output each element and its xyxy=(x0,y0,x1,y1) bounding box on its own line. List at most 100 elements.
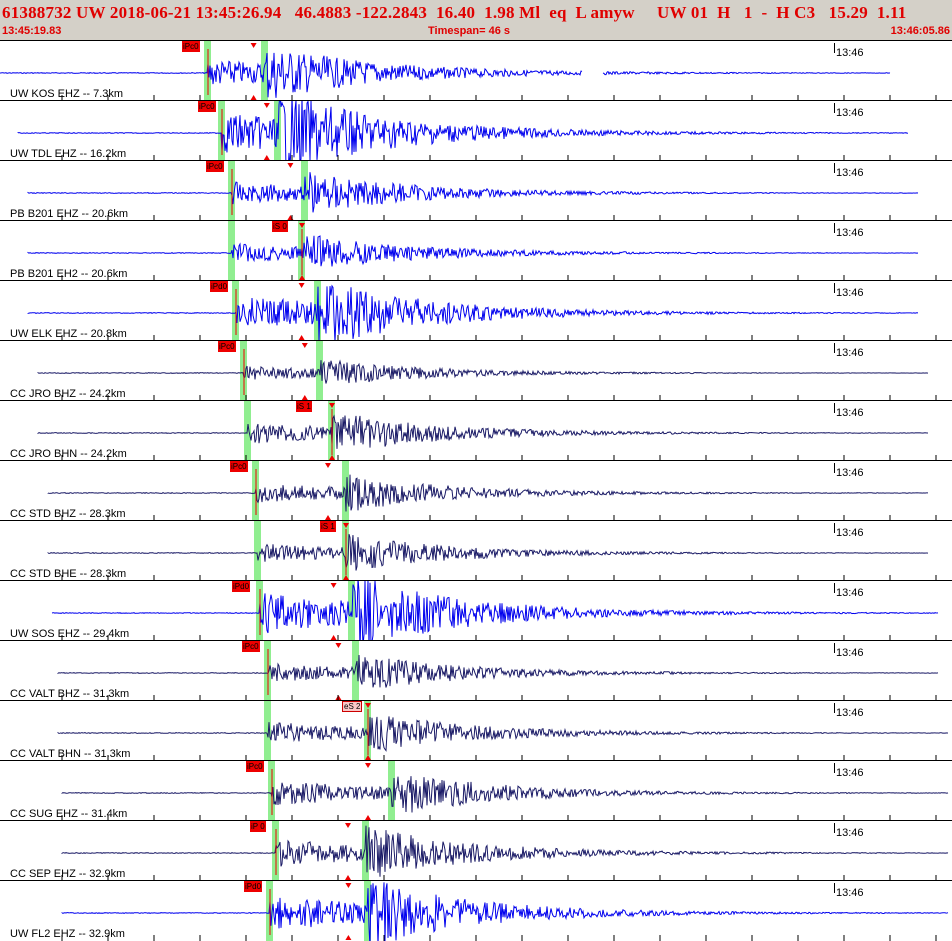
seismogram-panel[interactable]: iS 1 13:46 CC JRO BHN -- 24.2km xyxy=(0,400,952,461)
time-mark: 13:46 xyxy=(836,767,864,779)
time-mark: 13:46 xyxy=(836,347,864,359)
waveform-trace xyxy=(27,284,919,341)
seismogram-panel[interactable]: iS 0 13:46 PB B201 EH2 -- 20.6km xyxy=(0,220,952,281)
time-mark: 13:46 xyxy=(836,887,864,899)
pick-marker-icon[interactable] xyxy=(287,163,294,168)
pick-marker-icon[interactable] xyxy=(345,883,352,888)
start-time: 13:45:19.83 xyxy=(2,25,62,37)
seismogram-panel[interactable]: iPc0 13:46 CC STD BHZ -- 28.3km xyxy=(0,460,952,521)
pick-marker-icon[interactable] xyxy=(263,103,270,108)
pick-label[interactable]: iS 1 xyxy=(320,521,336,532)
station-label: CC SUG EHZ -- 31.4km xyxy=(10,808,128,820)
pick-label[interactable]: iPc0 xyxy=(246,761,264,772)
pick-label[interactable]: iPc0 xyxy=(242,641,260,652)
waveform-trace xyxy=(27,172,919,213)
waveform-plot xyxy=(57,701,948,761)
pick-marker-icon[interactable] xyxy=(250,43,257,48)
seismogram-panel[interactable]: eS 2 13:46 CC VALT BHN -- 31.3km xyxy=(0,700,952,761)
pick-label[interactable]: iP 0 xyxy=(250,821,266,832)
station-label: UW SOS EHZ -- 29.4km xyxy=(10,628,130,640)
pick-marker-icon[interactable] xyxy=(298,283,305,288)
pick-marker-icon[interactable] xyxy=(345,935,352,940)
waveform-trace xyxy=(47,474,928,512)
pick-marker-icon[interactable] xyxy=(301,343,308,348)
pick-label[interactable]: iPc0 xyxy=(230,461,248,472)
pick-label[interactable]: eS 2 xyxy=(342,701,363,712)
pick-marker-icon[interactable] xyxy=(330,583,337,588)
seismogram-panel[interactable]: iPd0 13:46 UW FL2 EHZ -- 32.9km xyxy=(0,880,952,941)
seismogram-panel[interactable]: iPc0 13:46 CC VALT BHZ -- 31.3km xyxy=(0,640,952,701)
waveform-trace xyxy=(17,101,909,161)
seismogram-panel[interactable]: iPc0 13:46 PB B201 EHZ -- 20.6km xyxy=(0,160,952,221)
time-mark: 13:46 xyxy=(836,287,864,299)
waveform-plot xyxy=(37,401,937,461)
time-mark-tick xyxy=(834,643,835,653)
end-time: 13:46:05.86 xyxy=(890,25,950,37)
seismogram-panel[interactable]: iP 0 13:46 CC SEP EHZ -- 32.9km xyxy=(0,820,952,881)
pick-marker-icon[interactable] xyxy=(345,823,351,828)
event-title: 61388732 UW 2018-06-21 13:45:26.94 46.48… xyxy=(2,3,907,22)
waveform-plot xyxy=(27,221,937,281)
p-window-band xyxy=(254,521,261,581)
time-mark: 13:46 xyxy=(836,47,864,59)
waveform-trace xyxy=(57,654,939,688)
seismogram-panel[interactable]: iPd0 13:46 UW ELK EHZ -- 20.8km xyxy=(0,280,952,341)
seismogram-panel[interactable]: iS 1 13:46 CC STD BHE -- 28.3km xyxy=(0,520,952,581)
time-mark-tick xyxy=(834,523,835,533)
waveform-trace xyxy=(27,235,919,267)
waveform-plot xyxy=(51,581,939,641)
timespan: Timespan= 46 s xyxy=(428,25,511,37)
time-mark-tick xyxy=(834,103,835,113)
pick-label[interactable]: iPd0 xyxy=(232,581,251,592)
waveform-plot xyxy=(61,881,949,941)
time-mark: 13:46 xyxy=(836,467,864,479)
time-mark-tick xyxy=(834,403,835,413)
time-mark-tick xyxy=(834,343,835,353)
station-label: UW KOS EHZ -- 7.3km xyxy=(10,88,124,100)
pick-label[interactable]: iPc0 xyxy=(206,161,224,172)
seismogram-panel[interactable]: iPd0 13:46 UW SOS EHZ -- 29.4km xyxy=(0,580,952,641)
pick-label[interactable]: iPc0 xyxy=(182,41,200,52)
time-mark: 13:46 xyxy=(836,587,864,599)
waveform-trace xyxy=(61,882,949,941)
pick-label[interactable]: iS 1 xyxy=(296,401,312,412)
seismogram-panel[interactable]: iPc0 13:46 UW TDL EHZ -- 16.2km xyxy=(0,100,952,161)
pick-label[interactable]: iS 0 xyxy=(272,221,288,232)
station-label: UW TDL EHZ -- 16.2km xyxy=(10,148,127,160)
time-mark: 13:46 xyxy=(836,707,864,719)
event-header: 61388732 UW 2018-06-21 13:45:26.94 46.48… xyxy=(0,0,952,40)
waveform-trace xyxy=(61,776,949,813)
waveform-plot xyxy=(27,281,937,341)
pick-label[interactable]: iPd0 xyxy=(244,881,263,892)
pick-marker-icon[interactable] xyxy=(365,763,371,768)
station-label: CC STD BHE -- 28.3km xyxy=(10,568,127,580)
waveform-plot xyxy=(17,101,937,161)
waveform-plot xyxy=(37,341,937,401)
time-mark-tick xyxy=(834,763,835,773)
waveform-plot xyxy=(61,761,949,821)
time-mark: 13:46 xyxy=(836,107,864,119)
station-label: CC STD BHZ -- 28.3km xyxy=(10,508,126,520)
time-mark: 13:46 xyxy=(836,227,864,239)
time-mark: 13:46 xyxy=(836,167,864,179)
time-mark-tick xyxy=(834,703,835,713)
station-label: PB B201 EHZ -- 20.6km xyxy=(10,208,128,220)
pick-label[interactable]: iPd0 xyxy=(210,281,229,292)
time-mark-tick xyxy=(834,223,835,233)
seismogram-panel[interactable]: iPc0 13:46 UW KOS EHZ -- 7.3km xyxy=(0,40,952,101)
pick-label[interactable]: iPc0 xyxy=(198,101,216,112)
pick-marker-icon[interactable] xyxy=(325,463,331,468)
waveform-plot xyxy=(0,41,937,101)
station-label: CC VALT BHZ -- 31.3km xyxy=(10,688,130,700)
waveform-plot xyxy=(27,161,937,221)
seismogram-panel[interactable]: iPc0 13:46 CC JRO BHZ -- 24.2km xyxy=(0,340,952,401)
pick-marker-icon[interactable] xyxy=(335,643,342,648)
seismogram-panel[interactable]: iPc0 13:46 CC SUG EHZ -- 31.4km xyxy=(0,760,952,821)
waveform-plot xyxy=(47,461,937,521)
waveform-plot xyxy=(57,641,939,701)
time-mark-tick xyxy=(834,823,835,833)
time-mark: 13:46 xyxy=(836,827,864,839)
waveform-plot xyxy=(47,521,937,581)
pick-label[interactable]: iPc0 xyxy=(218,341,236,352)
station-label: CC JRO BHZ -- 24.2km xyxy=(10,388,126,400)
